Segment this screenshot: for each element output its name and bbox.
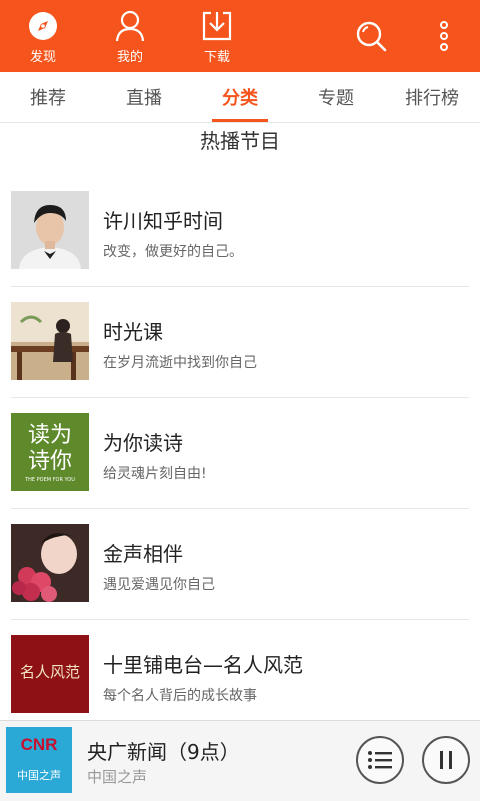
download-label: 下载 bbox=[203, 50, 230, 65]
category-tabs: 推荐 直播 分类 专题 排行榜 bbox=[0, 72, 480, 123]
list-item[interactable]: 名人风范 十里铺电台—名人风范 每个名人背后的成长故事 bbox=[0, 620, 480, 731]
station-logo: CNR bbox=[20, 735, 58, 754]
tab-category[interactable]: 分类 bbox=[192, 72, 288, 122]
program-subtitle: 给灵魂片刻自由! bbox=[103, 466, 207, 482]
pause-icon bbox=[440, 751, 452, 769]
mine-label: 我的 bbox=[116, 50, 143, 65]
user-icon bbox=[114, 10, 146, 42]
list-item[interactable]: 时光课 在岁月流逝中找到你自己 bbox=[0, 287, 480, 398]
list-item[interactable]: 读为 诗你 THE POEM FOR YOU 为你读诗 给灵魂片刻自由! bbox=[0, 398, 480, 509]
discover-label: 发现 bbox=[29, 50, 56, 65]
tab-ranking[interactable]: 排行榜 bbox=[384, 72, 480, 122]
tab-live[interactable]: 直播 bbox=[96, 72, 192, 122]
program-thumbnail: 名人风范 bbox=[11, 635, 89, 713]
program-thumbnail: 读为 诗你 THE POEM FOR YOU bbox=[11, 413, 89, 491]
tab-topics[interactable]: 专题 bbox=[288, 72, 384, 122]
top-app-bar: 发现 我的 下载 bbox=[0, 0, 480, 72]
station-caption: 中国之声 bbox=[17, 769, 61, 782]
program-title: 许川知乎时间 bbox=[103, 209, 223, 233]
program-title: 时光课 bbox=[103, 320, 163, 344]
station-artwork: CNR 中国之声 bbox=[6, 727, 72, 793]
list-icon bbox=[368, 751, 392, 769]
thumbnail-text: 诗你 bbox=[27, 449, 72, 474]
program-thumbnail bbox=[11, 302, 89, 380]
section-title: 热播节目 bbox=[200, 129, 280, 153]
mine-button[interactable]: 我的 bbox=[95, 0, 165, 72]
discover-button[interactable]: 发现 bbox=[8, 0, 78, 72]
program-subtitle: 在岁月流逝中找到你自己 bbox=[103, 355, 257, 371]
now-playing-title: 央广新闻（9点） bbox=[87, 740, 240, 764]
compass-icon bbox=[27, 10, 59, 42]
list-item[interactable]: 许川知乎时间 改变，做更好的自己。 bbox=[0, 176, 480, 287]
now-playing-subtitle: 中国之声 bbox=[87, 768, 148, 786]
download-button[interactable]: 下载 bbox=[182, 0, 252, 72]
now-playing-bar[interactable]: CNR 中国之声 央广新闻（9点） 中国之声 bbox=[0, 720, 480, 801]
pause-button[interactable] bbox=[422, 736, 470, 784]
program-thumbnail bbox=[11, 524, 89, 602]
thumbnail-caption: THE POEM FOR YOU bbox=[25, 477, 75, 483]
tab-recommend[interactable]: 推荐 bbox=[0, 72, 96, 122]
program-subtitle: 改变，做更好的自己。 bbox=[103, 244, 243, 260]
more-options-icon[interactable] bbox=[426, 18, 462, 54]
program-subtitle: 每个名人背后的成长故事 bbox=[103, 688, 257, 704]
program-list: 许川知乎时间 改变，做更好的自己。 时光课 在岁月流逝中找到你自己 读为 诗你 … bbox=[0, 176, 480, 731]
program-thumbnail bbox=[11, 191, 89, 269]
search-icon[interactable] bbox=[353, 18, 389, 54]
download-icon bbox=[201, 10, 233, 42]
program-title: 为你读诗 bbox=[103, 431, 183, 455]
list-item[interactable]: 金声相伴 遇见爱遇见你自己 bbox=[0, 509, 480, 620]
program-title: 金声相伴 bbox=[103, 542, 183, 566]
playlist-button[interactable] bbox=[356, 736, 404, 784]
program-subtitle: 遇见爱遇见你自己 bbox=[103, 577, 215, 593]
thumbnail-text: 读为 bbox=[27, 423, 72, 448]
program-title: 十里铺电台—名人风范 bbox=[103, 653, 303, 677]
thumbnail-text: 名人风范 bbox=[19, 663, 80, 681]
